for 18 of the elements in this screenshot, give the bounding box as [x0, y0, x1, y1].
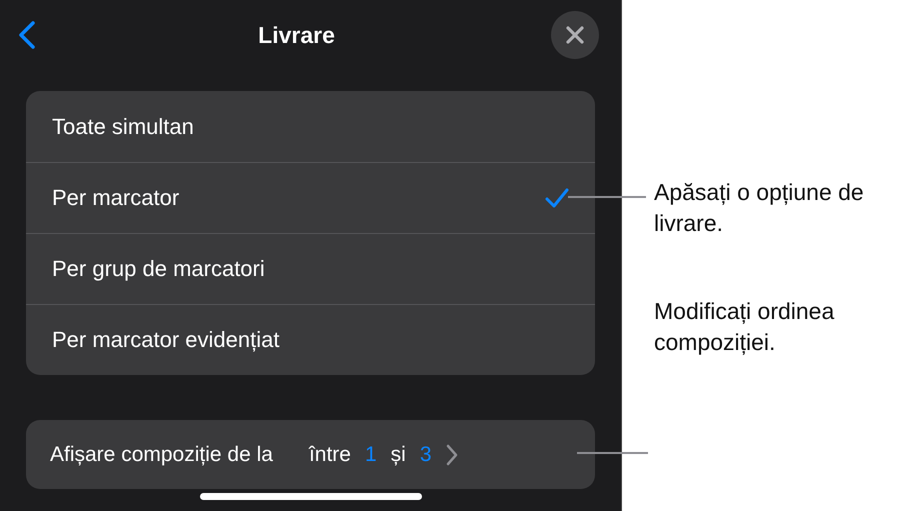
callout-text: Apăsați o opțiune de livrare.	[654, 178, 865, 238]
leader-line	[577, 452, 648, 454]
close-icon	[565, 25, 585, 45]
close-button[interactable]	[551, 11, 599, 59]
back-icon[interactable]	[18, 20, 36, 50]
option-row[interactable]: Per grup de marcatori	[26, 233, 595, 304]
build-label: Afișare compoziție de la	[50, 442, 273, 466]
callout-text: Modificați ordinea compoziției.	[654, 297, 836, 357]
build-order-row[interactable]: Afișare compoziție de la între 1 și 3	[26, 420, 595, 489]
and-label: și	[390, 442, 406, 466]
option-row[interactable]: Per marcator evidențiat	[26, 304, 595, 375]
from-number: 1	[364, 442, 377, 466]
sheet-title: Livrare	[258, 22, 335, 48]
between-label: între	[308, 442, 351, 466]
option-row[interactable]: Per marcator	[26, 162, 595, 233]
chevron-icon	[446, 444, 458, 466]
option-row[interactable]: Toate simultan	[26, 91, 595, 162]
to-number: 3	[420, 442, 432, 466]
